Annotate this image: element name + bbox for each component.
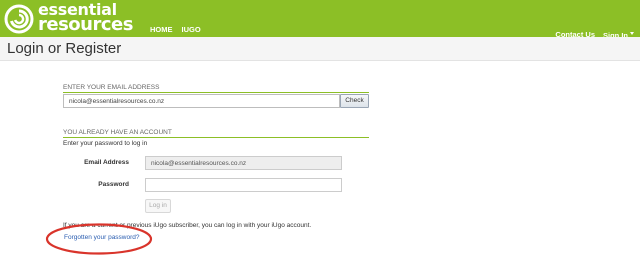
header-bar: essential resources HOME IUGO Contact Us…: [0, 0, 640, 40]
page-title: Login or Register: [7, 40, 122, 57]
email-address-label: Email Address: [84, 159, 129, 166]
spiral-logo-icon: [4, 4, 34, 34]
nav-home-link[interactable]: HOME: [150, 25, 173, 34]
password-field[interactable]: [145, 178, 342, 192]
email-section-divider: [63, 92, 369, 93]
page-title-bar: Login or Register: [0, 37, 640, 61]
site-logo[interactable]: essential resources: [4, 2, 154, 35]
login-button[interactable]: Log in: [145, 199, 171, 213]
email-address-field[interactable]: nicola@essentialresources.co.nz: [145, 156, 342, 170]
login-instruction: Enter your password to log in: [63, 140, 148, 147]
nav-iugo-link[interactable]: IUGO: [182, 25, 201, 34]
account-section-heading: YOU ALREADY HAVE AN ACCOUNT: [63, 129, 172, 136]
main-nav: HOME IUGO: [150, 25, 201, 34]
password-label: Password: [98, 181, 129, 188]
account-section-divider: [63, 137, 369, 138]
check-button[interactable]: Check: [340, 94, 369, 108]
annotation-ellipse: [45, 223, 153, 255]
chevron-down-icon: [630, 32, 634, 36]
logo-text-resources: resources: [38, 14, 133, 35]
email-lookup-input[interactable]: nicola@essentialresources.co.nz: [63, 94, 340, 108]
email-section-heading: ENTER YOUR EMAIL ADDRESS: [63, 84, 160, 91]
